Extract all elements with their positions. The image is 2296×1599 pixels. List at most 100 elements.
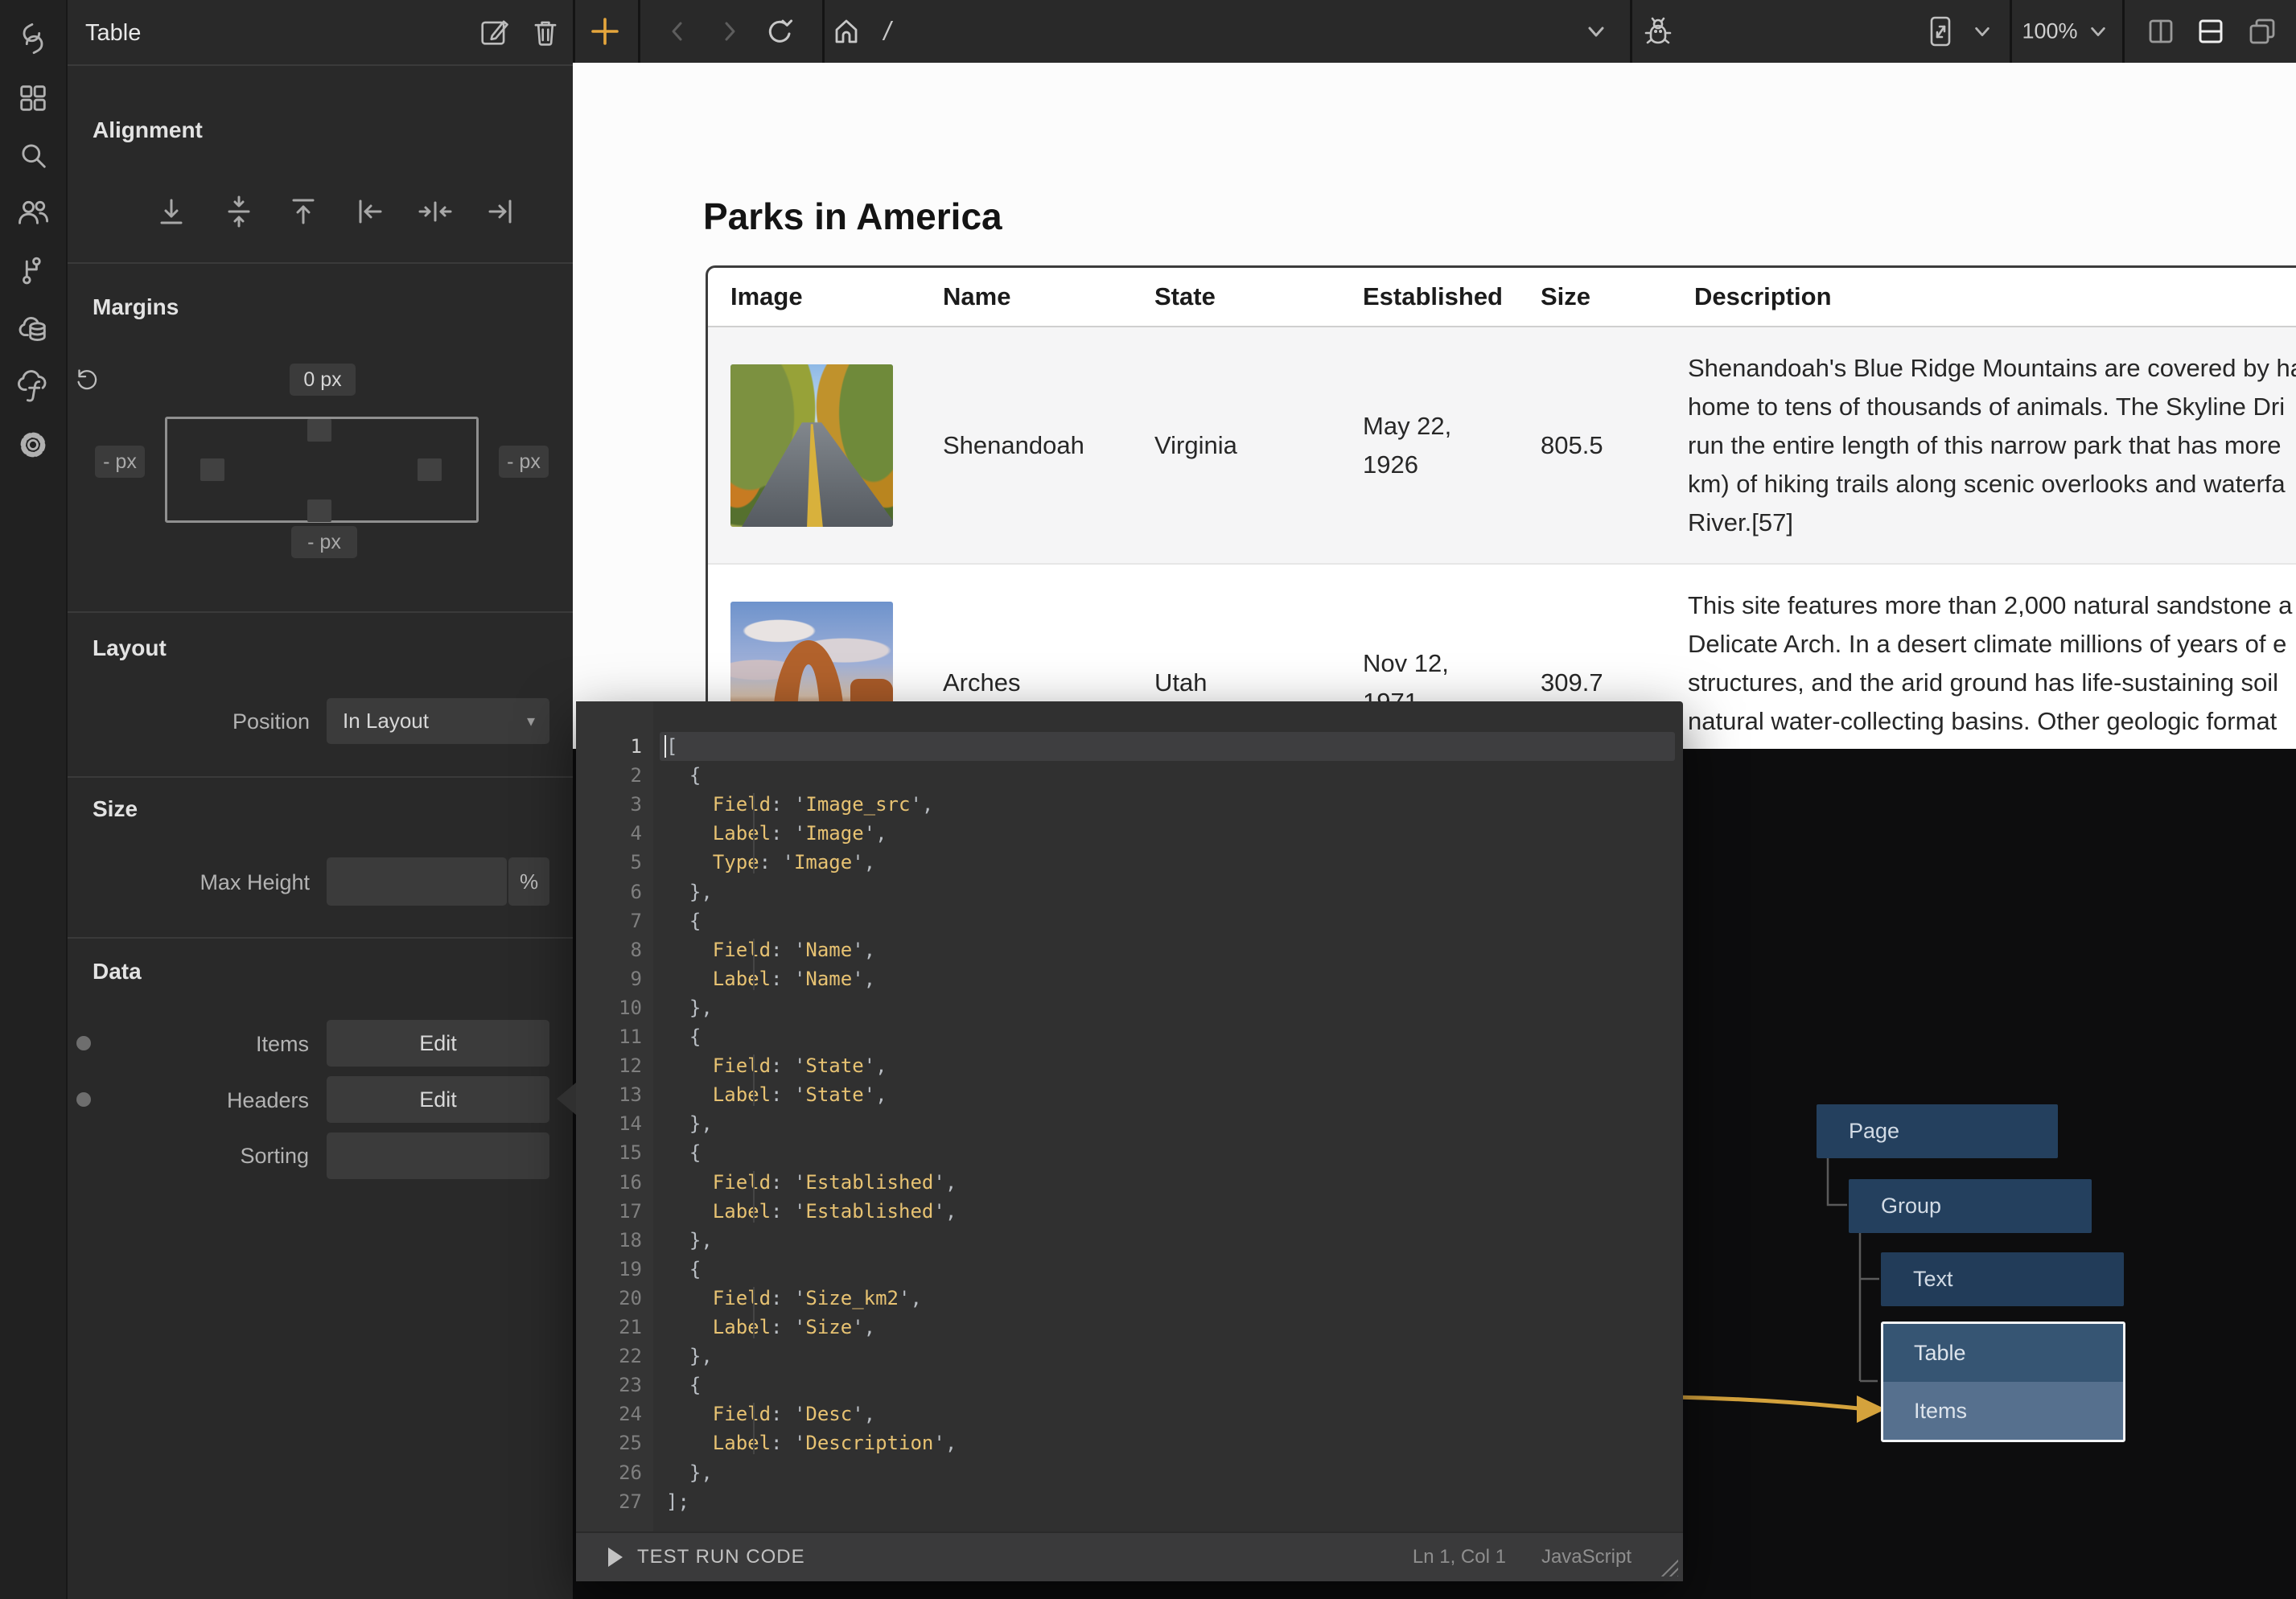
position-select[interactable]: In Layout ▾ — [327, 698, 549, 744]
code-line: Field: 'Image_src', — [666, 790, 1683, 819]
items-label: Items — [148, 1032, 309, 1057]
table-row: Shenandoah Virginia May 22,1926 805.5 Sh… — [708, 327, 2296, 563]
cell-description: This site features more than 2,000 natur… — [1672, 565, 2296, 749]
description-line: run the entire length of this narrow par… — [1688, 426, 2282, 465]
code-line: }, — [666, 1109, 1683, 1138]
margin-right-input[interactable]: - px — [499, 446, 549, 478]
items-edit-button[interactable]: Edit — [327, 1020, 549, 1067]
split-rows-icon[interactable] — [2194, 14, 2228, 48]
breadcrumb-path: / — [884, 17, 891, 47]
code-line: Label: 'Established', — [666, 1197, 1683, 1226]
code-line: Type: 'Image', — [666, 848, 1683, 877]
hierarchy-icon[interactable] — [15, 253, 51, 288]
node-table-items[interactable]: Items — [1883, 1382, 2123, 1440]
indent-guide — [753, 1403, 755, 1454]
code-line: }, — [666, 1458, 1683, 1487]
settings-gear-icon[interactable] — [15, 427, 51, 462]
line-number: 21 — [586, 1313, 642, 1342]
rename-icon[interactable] — [476, 14, 512, 54]
margin-bottom-input[interactable]: - px — [291, 526, 357, 558]
margin-handle-left[interactable] — [200, 458, 224, 481]
align-left-icon[interactable] — [352, 194, 387, 229]
code-input-area[interactable]: [ { Field: 'Image_src', Label: 'Image', … — [653, 701, 1683, 1531]
center-horizontal-icon[interactable] — [418, 194, 453, 229]
refresh-button[interactable] — [764, 15, 796, 47]
code-line: { — [666, 1255, 1683, 1284]
properties-panel: Table Alignment Margins — [68, 0, 573, 1599]
node-page[interactable]: Page — [1817, 1104, 2058, 1158]
viewport-chevron[interactable] — [1973, 22, 1992, 41]
design-canvas: Parks in America ImageNameStateEstablish… — [573, 63, 2296, 749]
indent-guide — [753, 1171, 755, 1223]
description-line: This site features more than 2,000 natur… — [1688, 586, 2292, 625]
code-line: Label: 'State', — [666, 1080, 1683, 1109]
node-group[interactable]: Group — [1849, 1179, 2092, 1233]
line-number: 27 — [586, 1487, 642, 1516]
left-icon-rail — [0, 0, 68, 1599]
margin-top-input[interactable]: 0 px — [290, 364, 356, 396]
margin-left-input[interactable]: - px — [95, 446, 145, 478]
viewport-size-icon[interactable] — [1921, 12, 1960, 51]
page-selector-chevron[interactable] — [1586, 21, 1607, 42]
line-number: 17 — [586, 1197, 642, 1226]
code-line: Field: 'State', — [666, 1051, 1683, 1080]
text-widget-title[interactable]: Parks in America — [703, 195, 1002, 238]
line-number: 8 — [586, 935, 642, 964]
home-icon[interactable] — [830, 15, 862, 47]
node-table-label[interactable]: Table — [1883, 1324, 2123, 1382]
cloud-functions-icon[interactable] — [15, 368, 51, 404]
cell-size: 805.5 — [1518, 327, 1672, 563]
max-height-unit[interactable]: % — [508, 857, 549, 906]
description-line: spires, fins, and towers.[8] — [1688, 741, 1977, 750]
table-widget[interactable]: ImageNameStateEstablishedSizeDescription… — [706, 265, 2296, 749]
align-right-icon[interactable] — [483, 194, 519, 229]
users-icon[interactable] — [15, 195, 51, 230]
stacked-panes-icon[interactable] — [2245, 14, 2279, 48]
node-table-selected[interactable]: Table Items — [1881, 1322, 2125, 1442]
line-number: 20 — [586, 1284, 642, 1313]
reset-margins-icon[interactable] — [72, 364, 102, 398]
test-run-code-button[interactable]: TEST RUN CODE — [608, 1546, 805, 1568]
center-vertical-icon[interactable] — [221, 194, 257, 229]
margin-handle-top[interactable] — [307, 419, 331, 442]
back-button[interactable] — [665, 19, 689, 43]
max-height-input[interactable] — [327, 857, 507, 906]
forward-button[interactable] — [718, 19, 742, 43]
cell-name: Shenandoah — [920, 327, 1132, 563]
debug-bug-icon[interactable] — [1640, 14, 1676, 49]
line-number: 25 — [586, 1428, 642, 1457]
split-columns-icon[interactable] — [2144, 14, 2178, 48]
size-section-label: Size — [93, 796, 138, 822]
top-toolbar: / 100% — [573, 0, 2296, 63]
app-logo-icon[interactable] — [15, 21, 51, 56]
description-line: River.[57] — [1688, 504, 1793, 542]
column-header: Name — [920, 282, 1132, 311]
search-icon[interactable] — [15, 138, 51, 173]
code-line: Field: 'Desc', — [666, 1400, 1683, 1428]
position-label: Position — [149, 709, 310, 734]
resize-grip[interactable] — [1659, 1557, 1678, 1576]
add-button[interactable] — [589, 15, 621, 47]
cloud-data-icon[interactable] — [15, 312, 51, 347]
node-text[interactable]: Text — [1881, 1252, 2124, 1306]
app-builder-window: Table Alignment Margins — [0, 0, 2296, 1599]
headers-port-dot[interactable] — [76, 1092, 91, 1107]
line-number: 13 — [586, 1080, 642, 1109]
line-number: 11 — [586, 1022, 642, 1051]
widgets-grid-icon[interactable] — [15, 80, 51, 116]
delete-icon[interactable] — [528, 14, 563, 54]
zoom-level[interactable]: 100% — [2022, 19, 2077, 44]
code-line: }, — [666, 1342, 1683, 1371]
margin-handle-right[interactable] — [418, 458, 442, 481]
align-top-icon[interactable] — [286, 194, 321, 229]
sorting-input[interactable] — [327, 1132, 549, 1179]
code-line: }, — [666, 878, 1683, 906]
margin-handle-bottom[interactable] — [307, 499, 331, 522]
column-header: Established — [1340, 282, 1518, 311]
align-bottom-icon[interactable] — [154, 194, 189, 229]
items-port-dot[interactable] — [76, 1036, 91, 1050]
indent-guide — [753, 1054, 755, 1106]
line-number: 18 — [586, 1226, 642, 1255]
headers-edit-button[interactable]: Edit — [327, 1076, 549, 1123]
zoom-chevron[interactable] — [2088, 22, 2108, 41]
